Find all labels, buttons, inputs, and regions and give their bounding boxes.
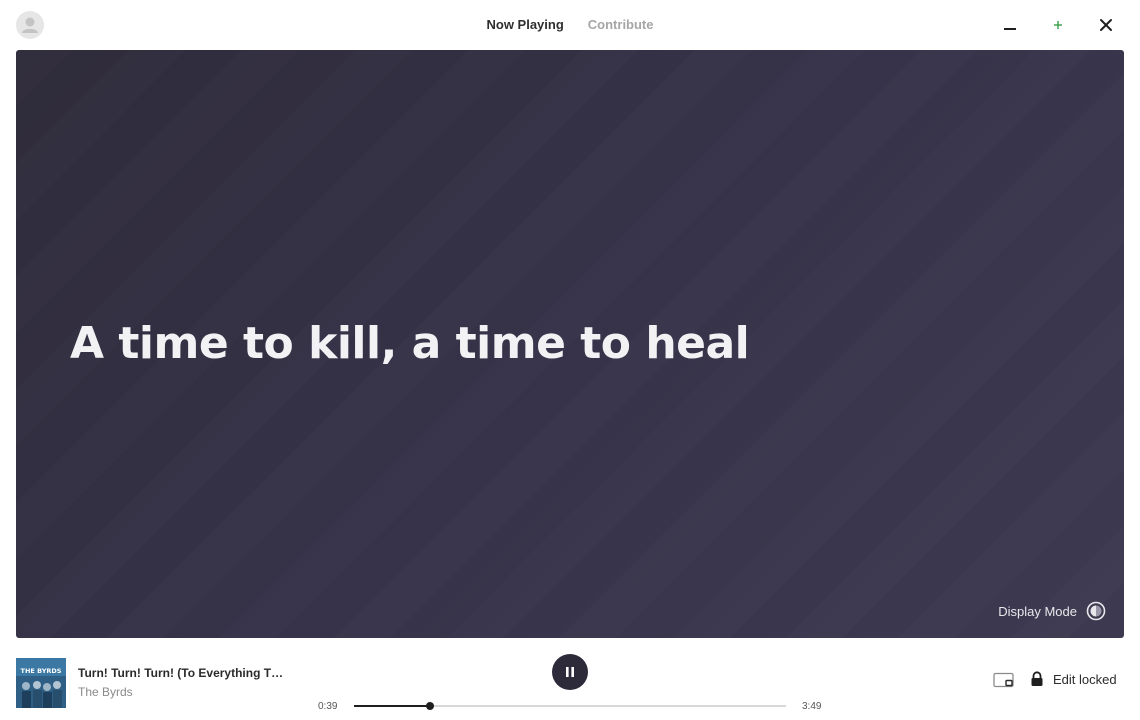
pause-button[interactable]: [552, 654, 588, 690]
total-duration: 3:49: [802, 701, 822, 712]
display-mode-toggle[interactable]: Display Mode: [998, 601, 1106, 621]
elapsed-time: 0:39: [318, 701, 338, 712]
track-artist[interactable]: The Byrds: [78, 685, 133, 699]
close-icon: [1100, 19, 1112, 31]
minimize-button[interactable]: [998, 13, 1022, 37]
miniplayer-button[interactable]: [993, 672, 1015, 689]
seek-bar-progress: [354, 705, 431, 707]
edit-lock-label: Edit locked: [1053, 671, 1117, 687]
minimize-icon: [1004, 28, 1016, 30]
seek-bar[interactable]: [354, 702, 786, 710]
tab-now-playing[interactable]: Now Playing: [486, 17, 563, 32]
picture-in-picture-icon: [993, 672, 1014, 688]
lock-icon: [1031, 671, 1043, 686]
album-cover-image: THE BYRDS: [16, 658, 66, 708]
plus-icon: [1054, 21, 1062, 29]
pause-icon: [566, 667, 574, 677]
display-mode-label: Display Mode: [998, 603, 1077, 619]
album-art[interactable]: THE BYRDS: [16, 658, 66, 708]
track-title[interactable]: Turn! Turn! Turn! (To Everything Th...: [78, 666, 288, 680]
current-lyric-line: A time to kill, a time to heal: [70, 318, 750, 369]
tab-contribute[interactable]: Contribute: [588, 17, 654, 32]
contrast-icon: [1086, 601, 1106, 621]
add-button[interactable]: [1046, 13, 1070, 37]
album-art-text: THE BYRDS: [21, 667, 62, 675]
edit-lock-toggle[interactable]: Edit locked: [1030, 671, 1117, 687]
seek-bar-handle[interactable]: [426, 702, 435, 710]
lyrics-display: A time to kill, a time to heal Display M…: [16, 50, 1124, 638]
title-bar: Now Playing Contribute: [0, 0, 1140, 50]
tab-bar: Now Playing Contribute: [0, 17, 1140, 32]
app-window: Now Playing Contribute A time to kill, a…: [0, 0, 1140, 720]
close-button[interactable]: [1094, 13, 1118, 37]
